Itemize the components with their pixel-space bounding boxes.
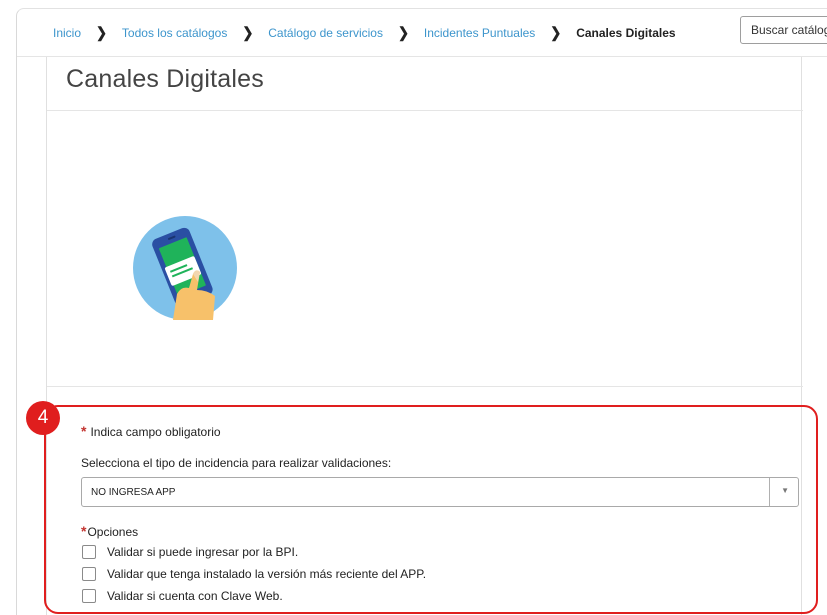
divider [47, 110, 803, 111]
incident-type-label: Selecciona el tipo de incidencia para re… [81, 456, 392, 470]
divider [47, 386, 803, 387]
breadcrumb-inicio[interactable]: Inicio [53, 26, 81, 40]
option-label: Validar que tenga instalado la versión m… [107, 567, 427, 581]
required-asterisk: * [81, 423, 87, 439]
breadcrumb-incidentes-puntuales[interactable]: Incidentes Puntuales [424, 26, 535, 40]
breadcrumb: Inicio ❯ Todos los catálogos ❯ Catálogo … [17, 9, 827, 57]
required-note-text: Indica campo obligatorio [90, 425, 221, 439]
chevron-right-icon: ❯ [242, 23, 254, 41]
incident-type-value: NO INGRESA APP [91, 487, 176, 498]
page-title: Canales Digitales [66, 65, 264, 93]
step-badge: 4 [26, 401, 60, 435]
chevron-right-icon: ❯ [397, 23, 409, 41]
option-label: Validar si cuenta con Clave Web. [107, 589, 283, 603]
breadcrumb-todos-catalogos[interactable]: Todos los catálogos [122, 26, 227, 40]
search-input[interactable]: Buscar catálogo [740, 16, 827, 44]
caret-down-icon[interactable]: ▼ [781, 486, 789, 495]
checkbox[interactable] [82, 589, 96, 603]
mobile-phone-hand-icon [133, 216, 237, 320]
checkbox[interactable] [82, 567, 96, 581]
options-label-text: Opciones [87, 525, 139, 539]
chevron-right-icon: ❯ [550, 23, 562, 41]
select-divider [769, 478, 770, 506]
options-label: *Opciones [81, 523, 138, 539]
breadcrumb-current: Canales Digitales [576, 25, 676, 40]
breadcrumb-catalogo-servicios[interactable]: Catálogo de servicios [268, 26, 383, 40]
option-validar-version-app[interactable]: Validar que tenga instalado la versión m… [82, 567, 426, 581]
option-validar-clave-web[interactable]: Validar si cuenta con Clave Web. [82, 589, 283, 603]
required-note: * Indica campo obligatorio [81, 423, 221, 439]
option-label: Validar si puede ingresar por la BPI. [107, 545, 299, 559]
checkbox[interactable] [82, 545, 96, 559]
page-frame: Inicio ❯ Todos los catálogos ❯ Catálogo … [16, 8, 827, 615]
incident-type-select[interactable]: NO INGRESA APP ▼ [81, 477, 799, 507]
chevron-right-icon: ❯ [96, 23, 107, 41]
required-asterisk: * [81, 523, 87, 539]
option-validar-bpi[interactable]: Validar si puede ingresar por la BPI. [82, 545, 298, 559]
